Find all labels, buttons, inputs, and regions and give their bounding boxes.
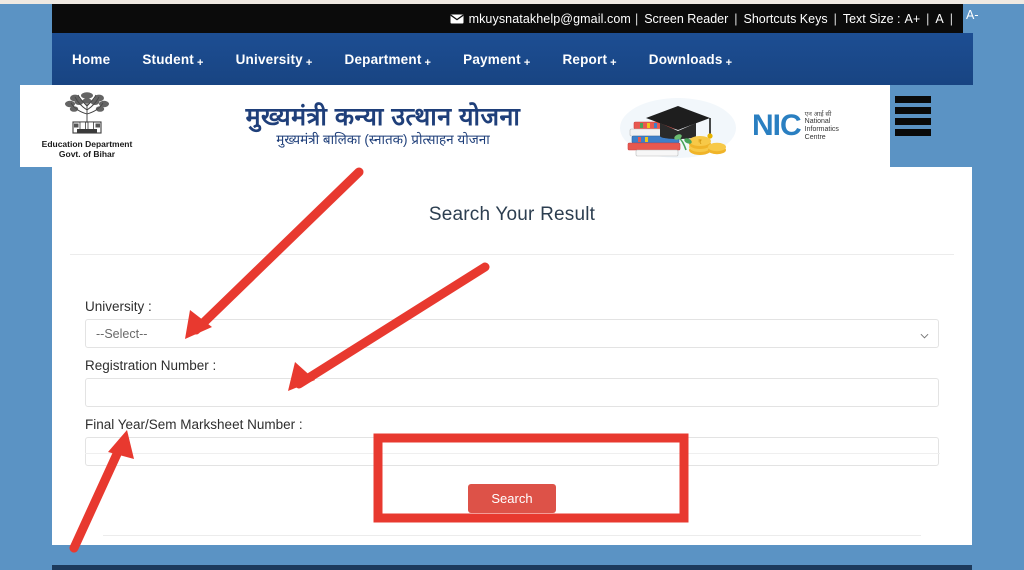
utility-separator-5: |	[949, 11, 953, 26]
nav-item-student[interactable]: Student +	[142, 51, 204, 69]
chevron-down-icon	[920, 329, 929, 339]
emblem-caption: Education Department Govt. of Bihar	[42, 139, 133, 160]
plus-icon: +	[725, 56, 733, 69]
support-email[interactable]: mkuysnatakhelp@gmail.com	[469, 12, 631, 26]
svg-text:₹: ₹	[698, 139, 702, 146]
university-select[interactable]: --Select--	[85, 319, 939, 348]
utility-separator-3: |	[833, 11, 837, 26]
registration-number-label: Registration Number :	[85, 358, 217, 373]
utility-separator-4: |	[926, 11, 930, 26]
nav-item-downloads-label: Downloads	[648, 51, 723, 67]
registration-number-input[interactable]	[85, 378, 939, 407]
button-row: Search	[85, 484, 939, 513]
university-select-value: --Select--	[96, 326, 148, 341]
plus-icon: +	[424, 56, 432, 69]
nic-line-2: Informatics	[804, 125, 839, 133]
text-size-normal[interactable]: A	[935, 12, 943, 26]
hamburger-bar-1	[895, 96, 931, 103]
utility-bar: mkuysnatakhelp@gmail.com | Screen Reader…	[52, 4, 963, 33]
page-root: mkuysnatakhelp@gmail.com | Screen Reader…	[0, 0, 1024, 570]
marksheet-number-field-row: Final Year/Sem Marksheet Number :	[85, 417, 939, 466]
registration-number-field-row: Registration Number :	[85, 358, 939, 407]
bihar-education-emblem-icon	[59, 92, 115, 138]
nic-logo-text: एन आई सी National Informatics Centre	[805, 111, 839, 142]
nav-item-student-label: Student	[142, 51, 194, 67]
emblem-caption-line2: Govt. of Bihar	[58, 149, 116, 159]
emblem-block: Education Department Govt. of Bihar	[20, 92, 140, 160]
search-button[interactable]: Search	[468, 484, 556, 513]
search-result-panel: Search Your Result University : --Select…	[52, 167, 972, 545]
nav-item-university[interactable]: University +	[235, 51, 313, 69]
nav-item-payment[interactable]: Payment +	[463, 51, 531, 69]
nav-item-university-label: University	[235, 51, 303, 67]
nav-item-report[interactable]: Report +	[562, 51, 617, 69]
nic-hindi-text: एन आई सी	[804, 110, 832, 118]
nav-item-report-label: Report	[562, 51, 608, 67]
text-size-increase[interactable]: A+	[905, 12, 921, 26]
bottom-strip	[52, 565, 972, 570]
shortcuts-keys-link[interactable]: Shortcuts Keys	[744, 12, 828, 26]
screen-reader-link[interactable]: Screen Reader	[644, 12, 728, 26]
university-label: University :	[85, 299, 152, 314]
title-divider	[70, 254, 954, 255]
nic-logo: NIC एन आई सी National Informatics Centre	[752, 111, 872, 142]
hamburger-bar-3	[895, 118, 931, 125]
nic-line-3: Centre	[804, 133, 826, 141]
nav-item-home-label: Home	[72, 51, 111, 67]
nav-item-department[interactable]: Department +	[344, 51, 432, 69]
hamburger-menu-icon[interactable]	[895, 96, 931, 136]
text-size-decrease[interactable]: A-	[966, 8, 979, 22]
search-form: University : --Select-- Registration Num…	[52, 299, 972, 536]
page-subtitle-hindi: मुख्यमंत्री बालिका (स्नातक) प्रोत्साहन य…	[276, 132, 490, 148]
envelope-icon	[449, 14, 464, 24]
nav-item-payment-label: Payment	[463, 51, 521, 67]
nav-item-home[interactable]: Home	[72, 52, 110, 67]
plus-icon: +	[305, 56, 313, 69]
utility-separator-2: |	[734, 11, 738, 26]
text-size-label: Text Size :	[842, 11, 901, 26]
site-title-block: मुख्यमंत्री कन्या उत्थान योजना मुख्यमंत्…	[140, 102, 616, 149]
books-graduation-cap-icon: ₹	[616, 92, 746, 160]
main-navigation: Home Student + University + Department + Pa…	[52, 33, 973, 85]
nav-item-downloads[interactable]: Downloads +	[648, 51, 733, 69]
utility-bar-content: mkuysnatakhelp@gmail.com | Screen Reader…	[449, 11, 957, 26]
nic-line-1: National	[804, 117, 831, 125]
university-field-row: University : --Select--	[85, 299, 939, 348]
plus-icon: +	[523, 56, 531, 69]
hamburger-bar-2	[895, 107, 931, 114]
utility-separator-1: |	[634, 11, 639, 26]
site-header: Education Department Govt. of Bihar मुख्…	[20, 85, 890, 167]
page-title: Search Your Result	[428, 204, 596, 225]
plus-icon: +	[196, 56, 204, 69]
plus-icon: +	[610, 56, 617, 69]
marksheet-number-label: Final Year/Sem Marksheet Number :	[85, 417, 303, 432]
form-bottom-divider	[103, 535, 921, 536]
marksheet-number-input[interactable]	[85, 437, 939, 466]
nic-wordmark: NIC	[752, 109, 802, 142]
hamburger-bar-4	[895, 129, 931, 136]
faint-rule	[85, 453, 940, 454]
nav-item-department-label: Department	[344, 51, 422, 67]
page-title-hindi: मुख्यमंत्री कन्या उत्थान योजना	[245, 102, 521, 131]
